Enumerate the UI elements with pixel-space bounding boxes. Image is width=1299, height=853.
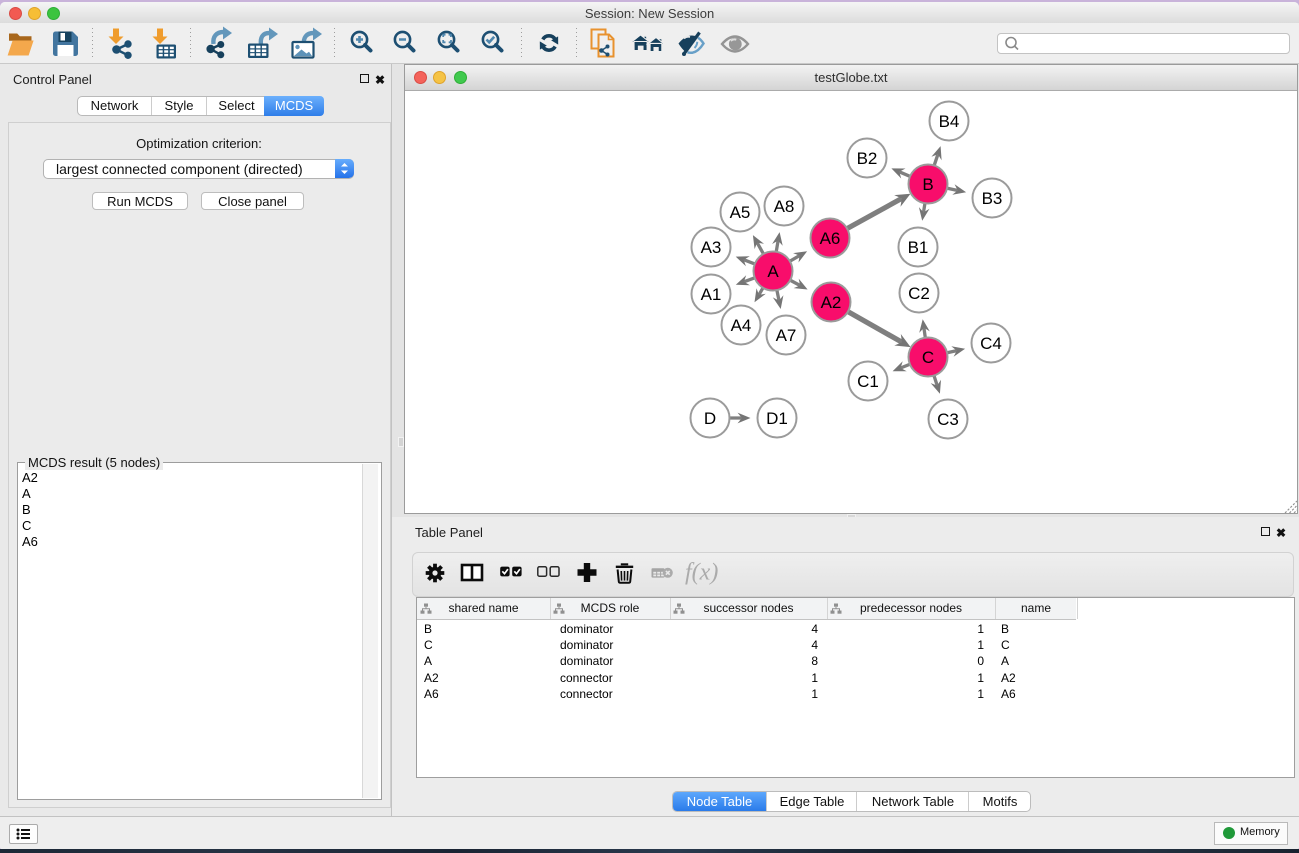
svg-text:f(x): f(x)	[685, 560, 718, 586]
svg-text:A3: A3	[701, 238, 722, 257]
svg-text:C1: C1	[857, 372, 879, 391]
svg-text:D1: D1	[766, 409, 788, 428]
svg-text:A: A	[767, 262, 779, 281]
svg-text:A1: A1	[701, 285, 722, 304]
svg-text:C2: C2	[908, 284, 930, 303]
svg-text:B: B	[922, 175, 933, 194]
svg-text:C4: C4	[980, 334, 1002, 353]
svg-text:A2: A2	[821, 293, 842, 312]
svg-text:C3: C3	[937, 410, 959, 429]
svg-text:A4: A4	[731, 316, 752, 335]
svg-text:A5: A5	[730, 203, 751, 222]
svg-text:B3: B3	[982, 189, 1003, 208]
svg-text:C: C	[922, 348, 934, 367]
svg-text:B2: B2	[857, 149, 878, 168]
svg-text:D: D	[704, 409, 716, 428]
svg-text:B4: B4	[939, 112, 960, 131]
svg-text:B1: B1	[908, 238, 929, 257]
svg-text:A7: A7	[776, 326, 797, 345]
svg-text:A6: A6	[820, 229, 841, 248]
svg-text:A8: A8	[774, 197, 795, 216]
